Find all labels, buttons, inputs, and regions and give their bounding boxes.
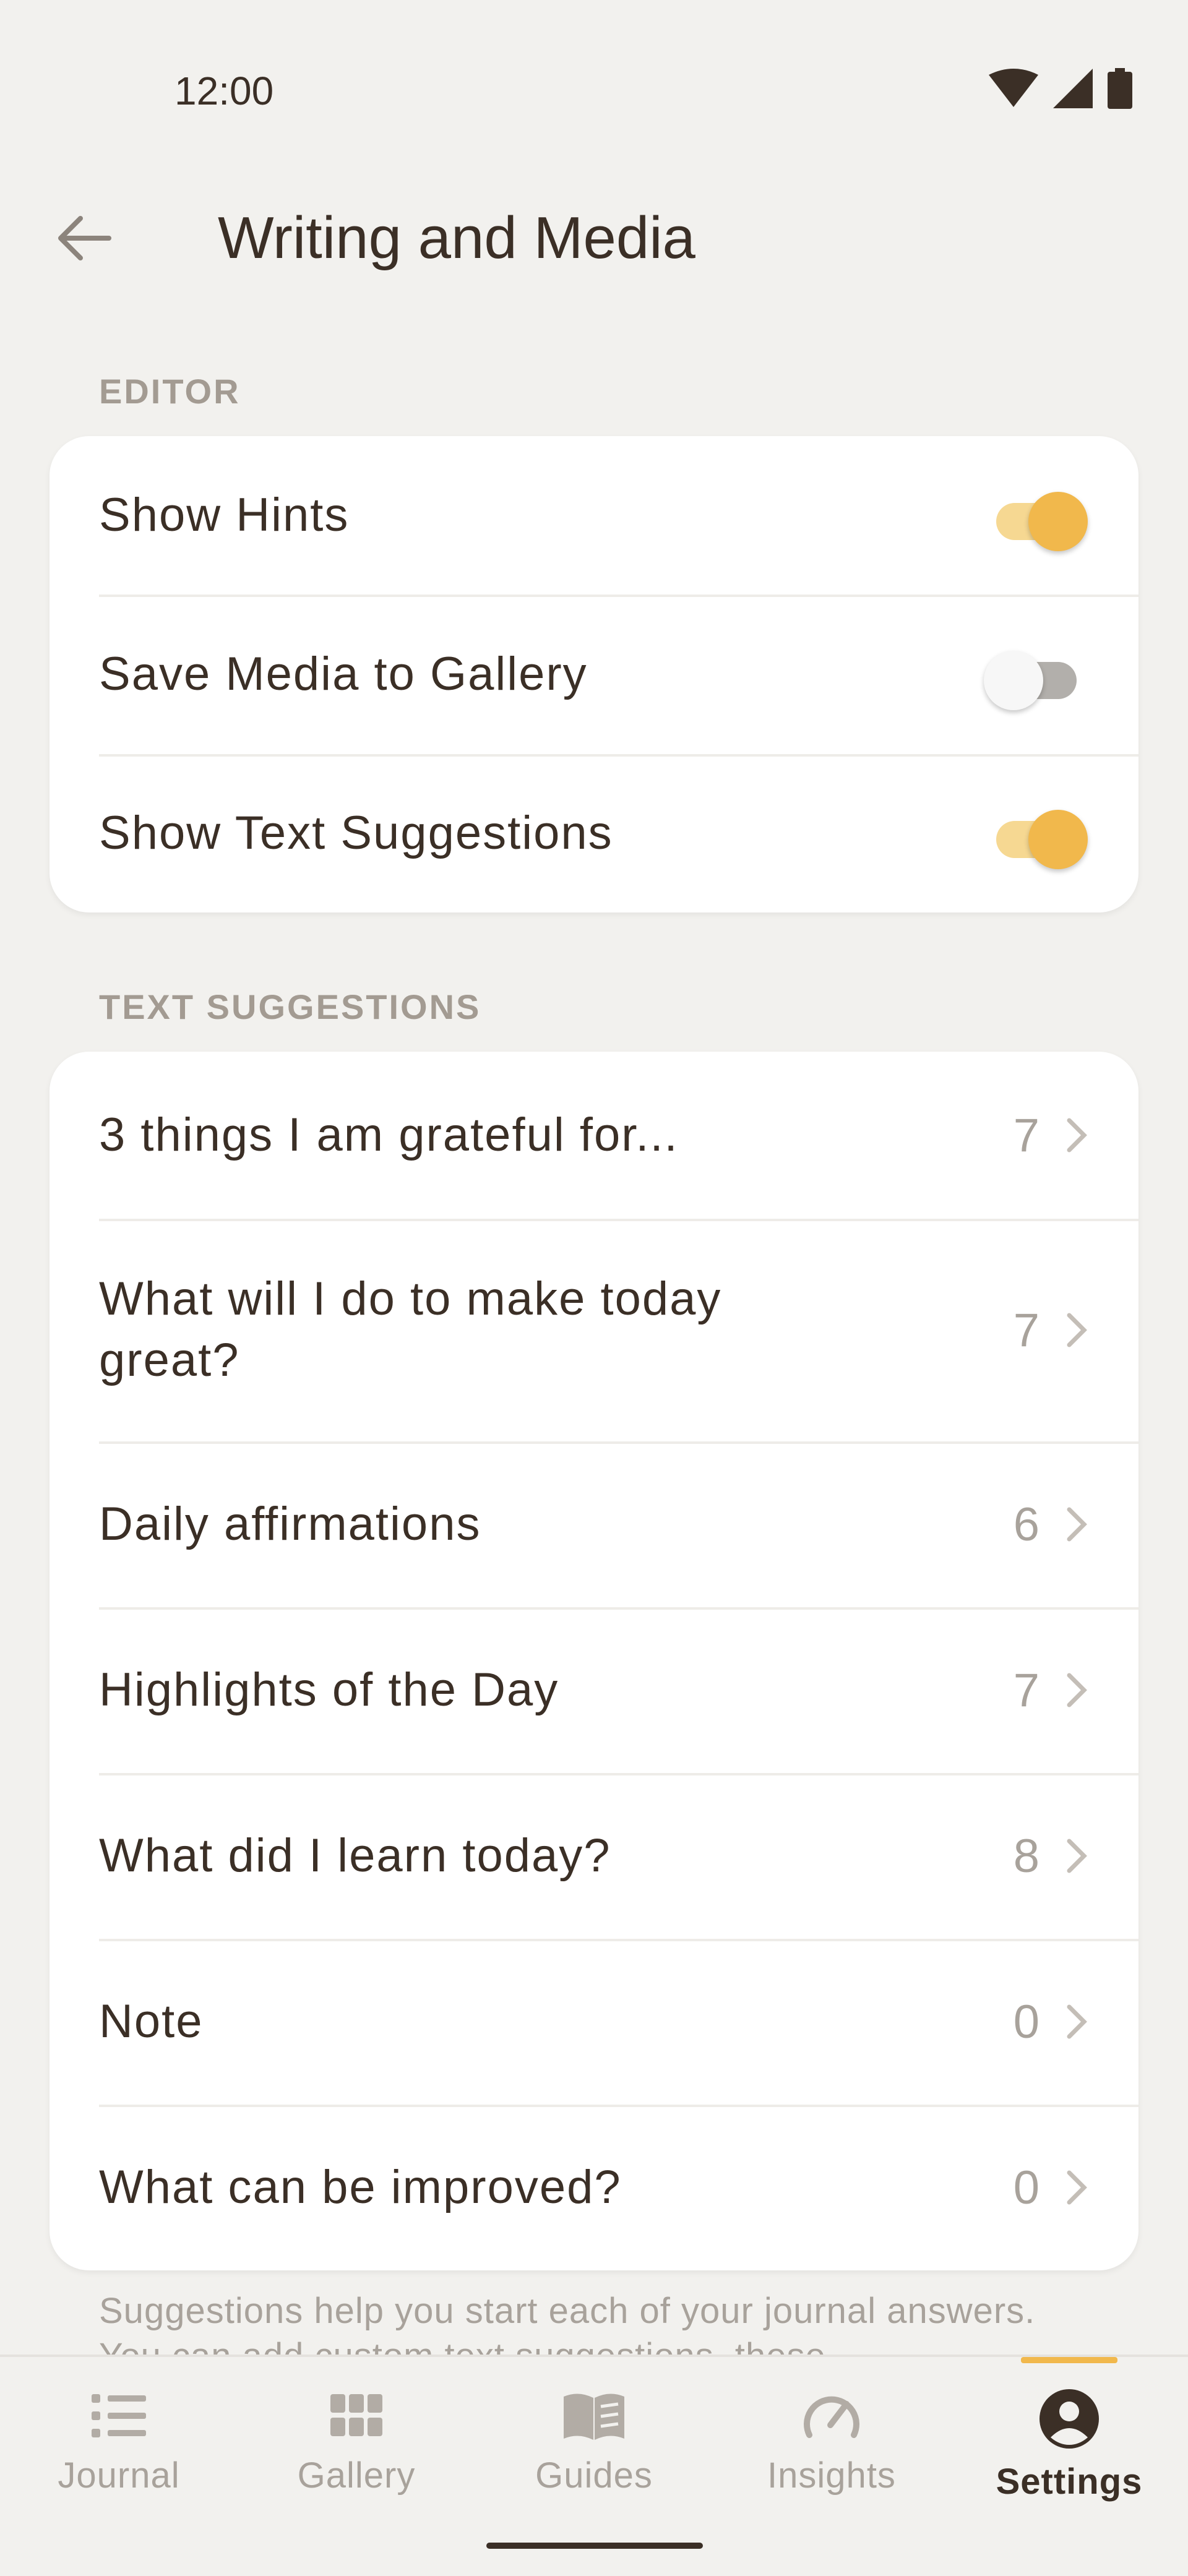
arrow-back-icon bbox=[58, 216, 111, 260]
setting-row-show-hints[interactable]: Show Hints bbox=[50, 436, 1138, 595]
suggestion-count: 8 bbox=[1013, 1829, 1040, 1883]
suggestion-row[interactable]: Note 0 bbox=[50, 1939, 1138, 2105]
editor-card: Show Hints Save Media to Gallery Show Te… bbox=[50, 436, 1138, 912]
suggestion-count: 7 bbox=[1013, 1109, 1040, 1162]
chevron-right-icon bbox=[1064, 2169, 1089, 2206]
suggestion-row[interactable]: 3 things I am grateful for... 7 bbox=[50, 1052, 1138, 1219]
suggestion-row[interactable]: What can be improved? 0 bbox=[50, 2105, 1138, 2270]
suggestion-label: 3 things I am grateful for... bbox=[99, 1108, 679, 1161]
chevron-right-icon bbox=[1064, 1117, 1089, 1154]
suggestion-label: What will I do to make today great? bbox=[99, 1273, 722, 1386]
nav-item-insights[interactable]: Insights bbox=[713, 2388, 950, 2512]
home-indicator[interactable] bbox=[486, 2543, 703, 2549]
chevron-right-icon bbox=[1064, 1506, 1089, 1543]
nav-item-gallery[interactable]: Gallery bbox=[238, 2388, 475, 2512]
save-media-toggle[interactable] bbox=[984, 643, 1089, 710]
suggestion-label: What can be improved? bbox=[99, 2160, 622, 2213]
status-icons bbox=[989, 68, 1132, 109]
suggestion-label: What did I learn today? bbox=[99, 1829, 611, 1882]
suggestion-count: 7 bbox=[1013, 1303, 1040, 1357]
status-time: 12:00 bbox=[174, 69, 274, 113]
text-suggestions-card: 3 things I am grateful for... 7 What wil… bbox=[50, 1052, 1138, 2270]
chevron-right-icon bbox=[1064, 2003, 1089, 2040]
nav-label: Gallery bbox=[297, 2455, 416, 2496]
nav-label: Settings bbox=[996, 2462, 1143, 2502]
status-bar: 12:00 bbox=[0, 0, 1188, 130]
suggestion-count: 0 bbox=[1013, 2161, 1040, 2214]
nav-label: Journal bbox=[58, 2455, 180, 2496]
section-label-text-suggestions: TEXT SUGGESTIONS bbox=[99, 987, 481, 1026]
setting-label: Save Media to Gallery bbox=[99, 647, 588, 700]
nav-item-settings[interactable]: Settings bbox=[950, 2388, 1188, 2512]
wifi-icon bbox=[989, 69, 1038, 107]
nav-label: Insights bbox=[767, 2455, 896, 2496]
chevron-right-icon bbox=[1064, 1312, 1089, 1349]
suggestion-row[interactable]: What did I learn today? 8 bbox=[50, 1773, 1138, 1939]
setting-row-show-text-suggestions[interactable]: Show Text Suggestions bbox=[50, 754, 1138, 912]
grid-icon bbox=[330, 2394, 382, 2436]
suggestion-label: Daily affirmations bbox=[99, 1497, 481, 1550]
suggestion-row[interactable]: Daily affirmations 6 bbox=[50, 1441, 1138, 1607]
chevron-right-icon bbox=[1064, 1672, 1089, 1709]
section-label-editor: EDITOR bbox=[99, 372, 241, 411]
show-text-suggestions-toggle[interactable] bbox=[984, 802, 1089, 869]
active-tab-indicator bbox=[1021, 2357, 1117, 2363]
list-icon bbox=[92, 2394, 146, 2437]
setting-label: Show Text Suggestions bbox=[99, 806, 613, 859]
chevron-right-icon bbox=[1064, 1837, 1089, 1874]
battery-icon bbox=[1108, 68, 1132, 109]
setting-row-save-media[interactable]: Save Media to Gallery bbox=[50, 595, 1138, 754]
suggestion-row[interactable]: Highlights of the Day 7 bbox=[50, 1607, 1138, 1773]
nav-item-guides[interactable]: Guides bbox=[475, 2388, 713, 2512]
back-button[interactable] bbox=[50, 204, 118, 272]
suggestion-count: 6 bbox=[1013, 1498, 1040, 1551]
page-title: Writing and Media bbox=[218, 205, 695, 271]
suggestion-label: Note bbox=[99, 1994, 204, 2048]
nav-label: Guides bbox=[535, 2455, 653, 2496]
bottom-navigation: Journal Gallery Guides Insights Settings bbox=[0, 2355, 1188, 2576]
setting-label: Show Hints bbox=[99, 488, 350, 541]
gauge-icon bbox=[804, 2396, 859, 2438]
app-bar: Writing and Media bbox=[0, 179, 1188, 291]
suggestion-count: 0 bbox=[1013, 1995, 1040, 2048]
account-icon bbox=[1040, 2389, 1099, 2449]
cellular-signal-icon bbox=[1053, 69, 1093, 108]
nav-item-journal[interactable]: Journal bbox=[0, 2388, 238, 2512]
suggestion-row[interactable]: What will I do to make today great? 7 bbox=[50, 1219, 1138, 1441]
book-icon bbox=[564, 2394, 624, 2440]
suggestion-count: 7 bbox=[1013, 1664, 1040, 1717]
show-hints-toggle[interactable] bbox=[984, 484, 1089, 551]
suggestion-label: Highlights of the Day bbox=[99, 1663, 559, 1716]
